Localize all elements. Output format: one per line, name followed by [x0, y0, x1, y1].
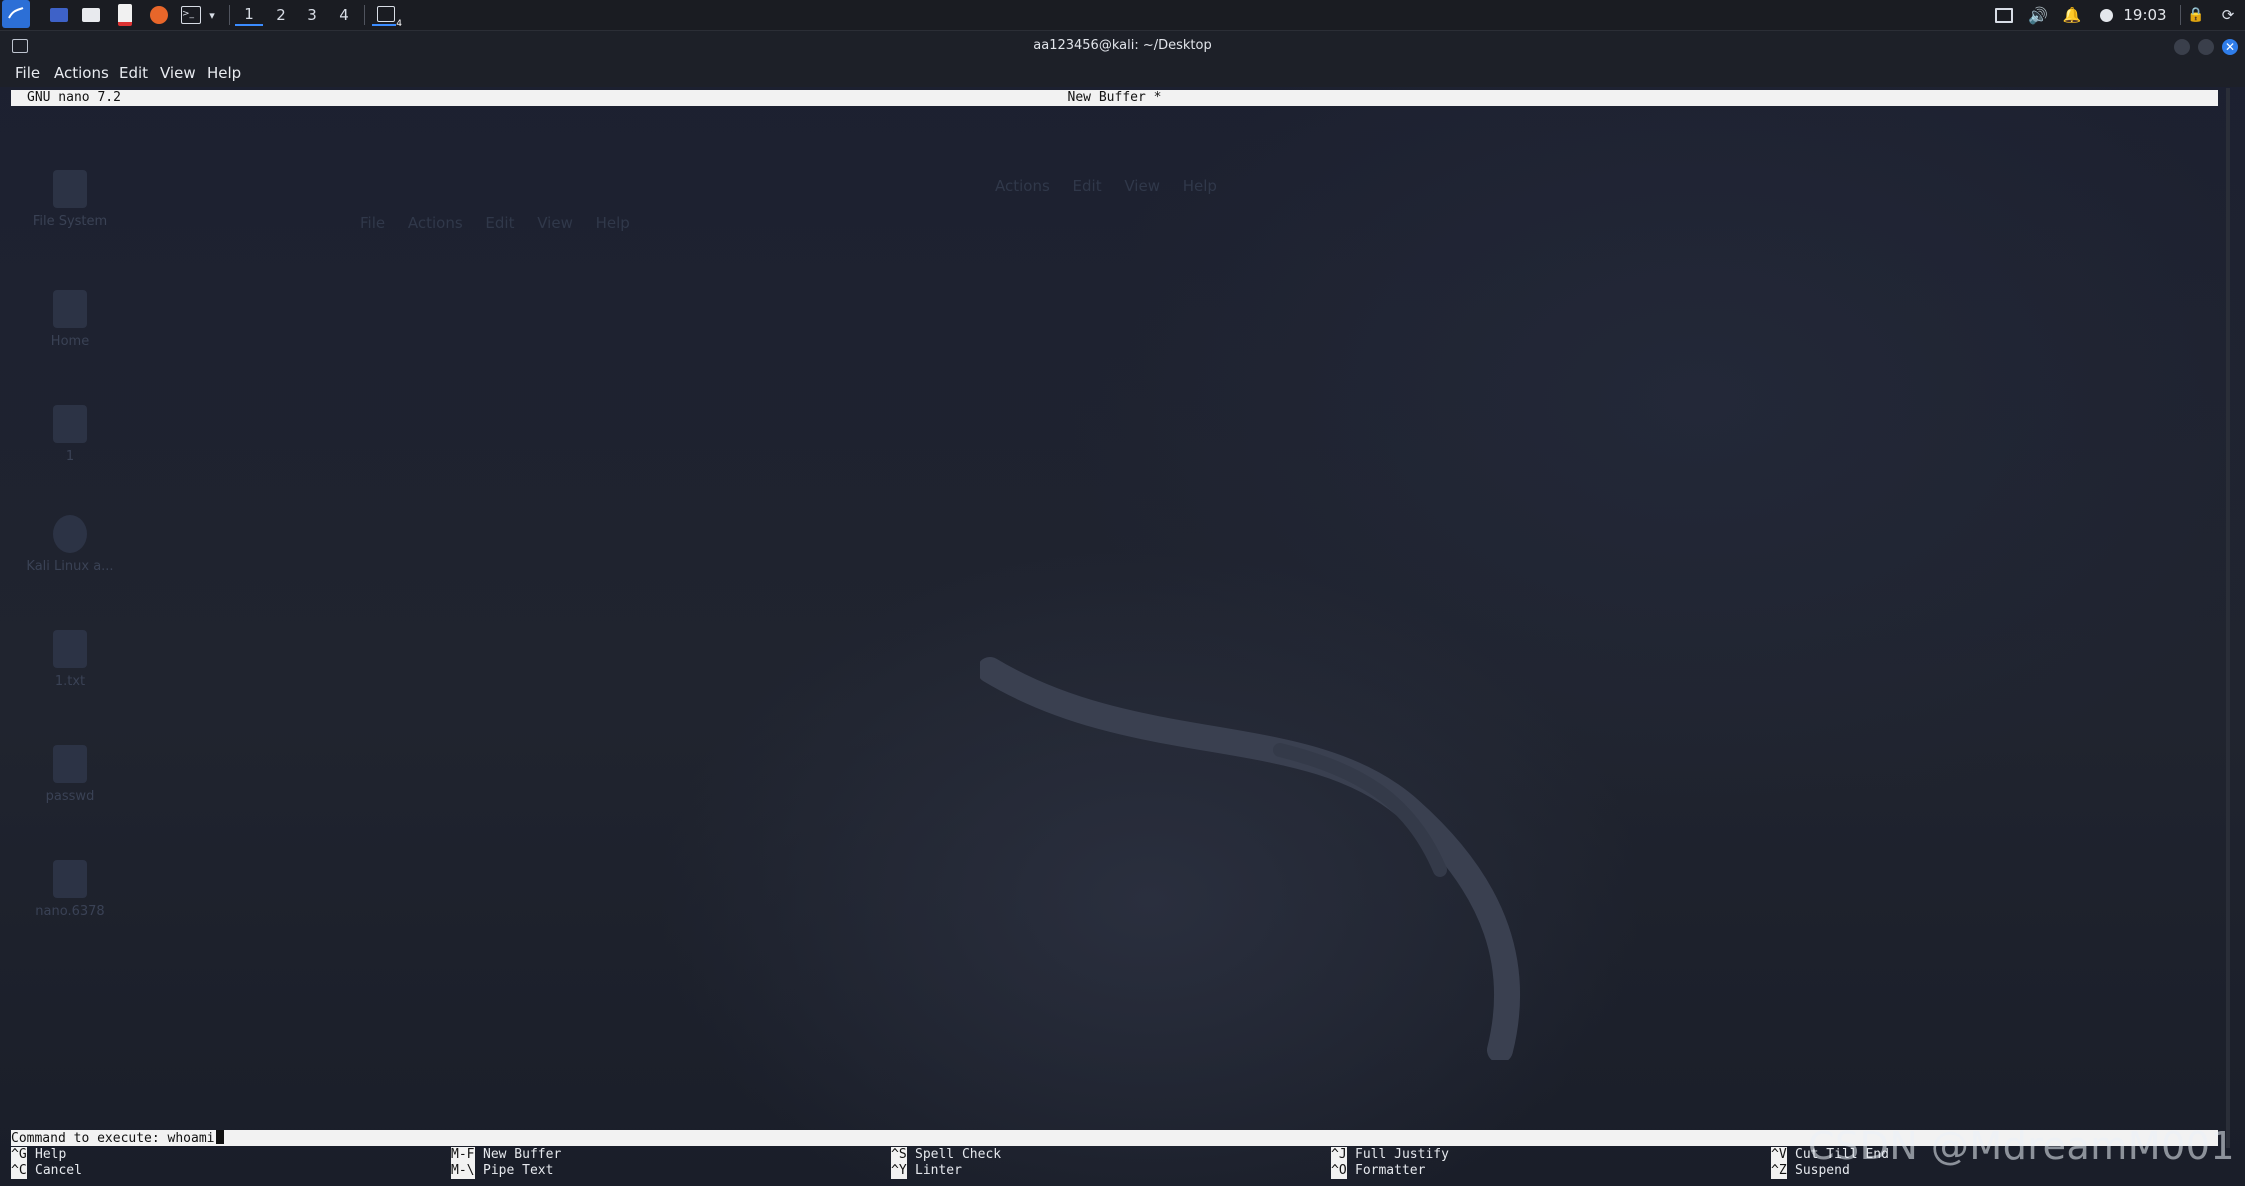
terminal-launcher-icon[interactable]: >_	[180, 4, 202, 26]
menu-file[interactable]: File	[15, 64, 40, 82]
notification-bell-icon[interactable]: 🔔	[2062, 4, 2082, 26]
shortcut-pipe-text[interactable]: M-\ Pipe Text	[451, 1163, 553, 1179]
kali-icon	[53, 515, 87, 553]
menu-bar: File Actions Edit View Help	[0, 61, 2245, 87]
ghost-window-right: Actions Edit View Help	[995, 177, 1217, 195]
desktop-icon-folder-1: 1	[10, 405, 130, 464]
workspace-3[interactable]: 3	[298, 4, 326, 26]
firefox-icon[interactable]	[148, 4, 170, 26]
display-icon[interactable]	[1994, 4, 2014, 26]
shortcut-linter[interactable]: ^Y Linter	[891, 1163, 962, 1179]
clock[interactable]: 19:03	[2120, 4, 2170, 26]
maximize-button[interactable]	[2198, 39, 2214, 55]
scrollbar[interactable]	[2226, 88, 2230, 1148]
shortcut-cancel[interactable]: ^C Cancel	[11, 1163, 82, 1179]
home-folder-icon	[53, 290, 87, 328]
workspace-2[interactable]: 2	[267, 4, 295, 26]
file-icon	[53, 860, 87, 898]
text-cursor	[215, 1130, 224, 1144]
menu-help[interactable]: Help	[207, 64, 241, 82]
shortcut-formatter[interactable]: ^O Formatter	[1331, 1163, 1425, 1179]
chevron-down-icon[interactable]: ▾	[205, 4, 219, 26]
menu-view[interactable]: View	[160, 64, 196, 82]
desktop-icon-kali: Kali Linux a...	[10, 515, 130, 574]
csdn-watermark: CSDN @MdreamM001	[1808, 1124, 2236, 1168]
taskbar: >_ ▾ 1 2 3 4 4 🔊 🔔 19:03 🔒 ⟳	[0, 0, 2245, 31]
nano-title-bar: GNU nano 7.2 New Buffer *	[11, 90, 2218, 106]
lock-icon[interactable]: 🔒	[2186, 4, 2206, 26]
text-editor-icon[interactable]	[114, 4, 136, 26]
nano-buffer-name: New Buffer *	[1067, 90, 1162, 105]
desktop-icon-filesystem: File System	[10, 170, 130, 229]
window-title: aa123456@kali: ~/Desktop	[1033, 38, 1212, 53]
minimize-button[interactable]	[2174, 39, 2190, 55]
terminal-icon: 4	[377, 6, 402, 29]
ghost-window-left: File Actions Edit View Help	[360, 214, 630, 232]
kali-dragon-logo	[980, 657, 1521, 1060]
kali-menu-icon[interactable]	[2, 0, 30, 28]
desktop-icon-home: Home	[10, 290, 130, 349]
desktop-icon-nano: nano.6378	[10, 860, 130, 919]
command-input[interactable]: Command to execute: whoami	[11, 1130, 224, 1147]
menu-actions[interactable]: Actions	[54, 64, 109, 82]
workspace-1[interactable]: 1	[235, 4, 263, 26]
close-button[interactable]: ✕	[2222, 39, 2238, 55]
shortcut-spell-check[interactable]: ^S Spell Check	[891, 1147, 1001, 1163]
desktop-icon-1txt: 1.txt	[10, 630, 130, 689]
desktop-icon-passwd: passwd	[10, 745, 130, 804]
shortcut-full-justify[interactable]: ^J Full Justify	[1331, 1147, 1449, 1163]
workspace-4[interactable]: 4	[330, 4, 358, 26]
taskbar-terminal-window[interactable]: 4	[372, 4, 402, 29]
window-titlebar[interactable]: aa123456@kali: ~/Desktop ✕	[0, 31, 2245, 61]
file-icon	[53, 745, 87, 783]
shortcut-new-buffer[interactable]: M-F New Buffer	[451, 1147, 561, 1163]
volume-icon[interactable]: 🔊	[2028, 4, 2048, 26]
folder-icon	[53, 405, 87, 443]
logout-icon[interactable]: ⟳	[2218, 4, 2238, 26]
menu-edit[interactable]: Edit	[119, 64, 148, 82]
file-manager-icon[interactable]	[80, 4, 102, 26]
shortcut-help[interactable]: ^G Help	[11, 1147, 66, 1163]
show-desktop-icon[interactable]	[48, 4, 70, 26]
file-icon	[53, 630, 87, 668]
drive-icon	[53, 170, 87, 208]
power-manager-icon[interactable]	[2096, 4, 2116, 26]
